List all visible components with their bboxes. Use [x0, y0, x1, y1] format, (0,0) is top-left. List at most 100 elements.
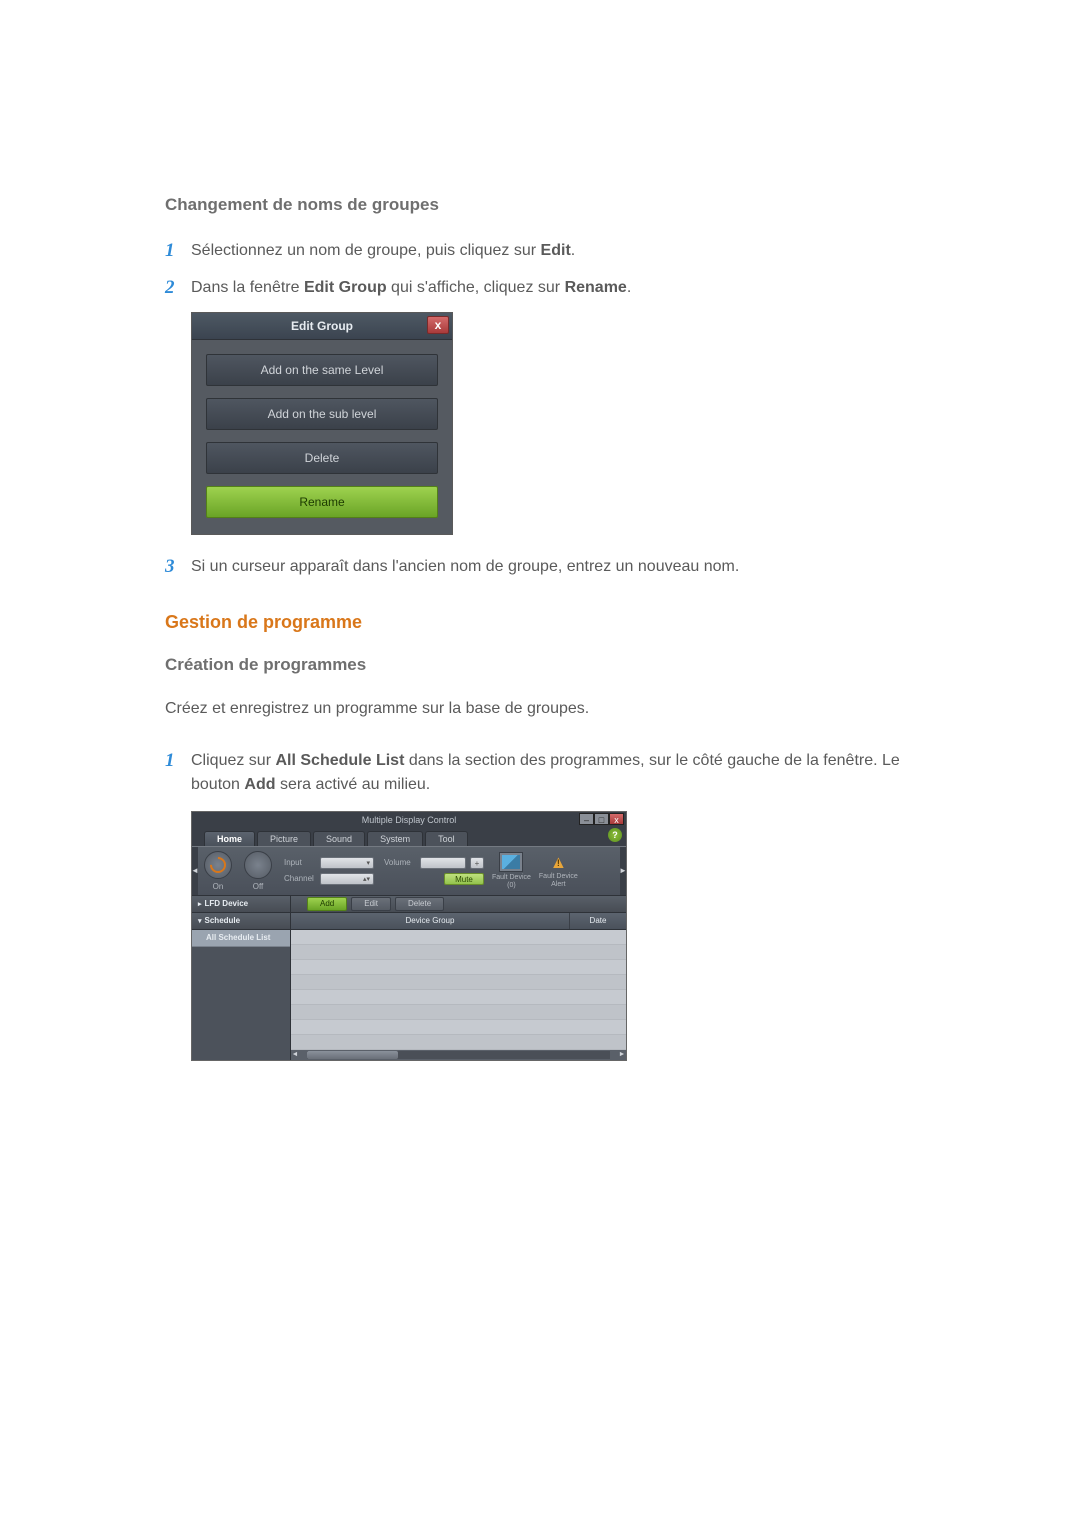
text: qui s'affiche, cliquez sur [387, 279, 565, 296]
mdc-toolbar: ◄ On Off Input ▾ Channel ▴▾ [192, 846, 626, 896]
fault-device-count[interactable]: Fault Device (0) [492, 852, 531, 889]
dialog-body: Add on the same Level Add on the sub lev… [192, 340, 452, 534]
mdc-window: Multiple Display Control – □ x Home Pict… [191, 811, 627, 1061]
power-on-label: On [213, 882, 224, 891]
power-on-icon[interactable] [204, 851, 232, 879]
text: . [627, 279, 631, 296]
tab-picture[interactable]: Picture [257, 831, 311, 846]
add-sub-level-button[interactable]: Add on the sub level [206, 398, 438, 430]
mdc-titlebar: Multiple Display Control – □ x [192, 812, 626, 828]
toolbar-scroll-right-icon[interactable]: ► [620, 847, 626, 895]
text: . [571, 242, 575, 259]
step-text: Si un curseur apparaît dans l'ancien nom… [191, 553, 920, 579]
close-icon[interactable]: x [609, 813, 624, 825]
chevron-down-icon: ▾ [198, 918, 202, 925]
power-on-group: On [204, 851, 232, 891]
volume-label: Volume [384, 858, 416, 867]
edit-button[interactable]: Edit [351, 897, 391, 911]
subheading-create-programs: Création de programmes [165, 655, 920, 675]
scroll-left-icon[interactable]: ◄ [291, 1051, 299, 1058]
fault-label-a: Fault Device [492, 874, 531, 882]
sidebar-item-label: LFD Device [205, 899, 249, 908]
step-text: Sélectionnez un nom de groupe, puis cliq… [191, 237, 920, 263]
power-off-icon[interactable] [244, 851, 272, 879]
add-same-level-button[interactable]: Add on the same Level [206, 354, 438, 386]
bold: All Schedule List [275, 752, 404, 769]
scrollbar-thumb[interactable] [307, 1051, 398, 1059]
scroll-right-icon[interactable]: ► [618, 1051, 626, 1058]
step-number: 1 [165, 747, 191, 776]
edit-group-dialog: Edit Group x Add on the same Level Add o… [191, 312, 453, 535]
input-label: Input [284, 858, 316, 867]
step-2: 2 Dans la fenêtre Edit Group qui s'affic… [165, 274, 920, 303]
subheading-rename-groups: Changement de noms de groupes [165, 195, 920, 215]
window-title: Multiple Display Control [362, 815, 457, 825]
text: Cliquez sur [191, 752, 275, 769]
mdc-sidebar: ▸LFD Device ▾Schedule All Schedule List [192, 896, 291, 1060]
fault-device-alert[interactable]: Fault Device Alert [539, 853, 578, 888]
step-1: 1 Sélectionnez un nom de groupe, puis cl… [165, 237, 920, 266]
table-row [291, 990, 626, 1005]
sidebar-item-lfd-device[interactable]: ▸LFD Device [192, 896, 290, 913]
table-row [291, 945, 626, 960]
channel-label: Channel [284, 874, 316, 883]
delete-button[interactable]: Delete [206, 442, 438, 474]
dialog-titlebar: Edit Group x [192, 313, 452, 340]
mute-button[interactable]: Mute [444, 873, 484, 885]
horizontal-scrollbar[interactable]: ◄ ► [291, 1050, 626, 1060]
table-row [291, 930, 626, 945]
volume-field[interactable] [420, 857, 466, 869]
table-row [291, 1005, 626, 1020]
add-button[interactable]: Add [307, 897, 347, 911]
fault-alert-label-a: Fault Device [539, 873, 578, 881]
table-row [291, 1020, 626, 1035]
tab-home[interactable]: Home [204, 831, 255, 846]
table-row [291, 975, 626, 990]
column-header-device-group: Device Group [291, 913, 570, 929]
minimize-icon[interactable]: – [579, 813, 594, 825]
step-number: 1 [165, 237, 191, 266]
input-select[interactable]: ▾ [320, 857, 374, 869]
program-step-1: 1 Cliquez sur All Schedule List dans la … [165, 747, 920, 797]
sidebar-item-schedule[interactable]: ▾Schedule [192, 913, 290, 930]
mdc-tabs: Home Picture Sound System Tool ? [192, 828, 626, 846]
table-row [291, 1035, 626, 1050]
dialog-title-text: Edit Group [291, 319, 353, 333]
step-text: Dans la fenêtre Edit Group qui s'affiche… [191, 274, 920, 300]
fault-alert-label-b: Alert [551, 881, 565, 889]
action-row: Add Edit Delete [291, 896, 626, 913]
sidebar-item-all-schedule-list[interactable]: All Schedule List [192, 930, 290, 947]
table-row [291, 960, 626, 975]
tab-system[interactable]: System [367, 831, 423, 846]
volume-plus-button[interactable]: + [470, 857, 484, 869]
scrollbar-track[interactable] [307, 1051, 610, 1059]
text: Sélectionnez un nom de groupe, puis cliq… [191, 242, 541, 259]
maximize-icon[interactable]: □ [594, 813, 609, 825]
paragraph-intro: Créez et enregistrez un programme sur la… [165, 697, 920, 721]
monitor-icon [499, 852, 523, 872]
section-heading-program-management: Gestion de programme [165, 612, 920, 633]
step-number: 2 [165, 274, 191, 303]
channel-stepper[interactable]: ▴▾ [320, 873, 374, 885]
mdc-content: Add Edit Delete Device Group Date [291, 896, 626, 1060]
step-text: Cliquez sur All Schedule List dans la se… [191, 747, 920, 797]
sidebar-item-label: Schedule [205, 916, 241, 925]
rename-button[interactable]: Rename [206, 486, 438, 518]
bold: Add [244, 776, 275, 793]
tab-sound[interactable]: Sound [313, 831, 365, 846]
warning-icon [547, 853, 569, 871]
bold: Edit [541, 242, 571, 259]
delete-button[interactable]: Delete [395, 897, 444, 911]
step-number: 3 [165, 553, 191, 582]
schedule-grid: ◄ ► [291, 930, 626, 1060]
column-header-date: Date [570, 913, 626, 929]
step-3: 3 Si un curseur apparaît dans l'ancien n… [165, 553, 920, 582]
text: sera activé au milieu. [276, 776, 431, 793]
toolbar-scroll-left-icon[interactable]: ◄ [192, 847, 198, 895]
bold: Rename [565, 279, 627, 296]
help-icon[interactable]: ? [608, 828, 622, 842]
column-header-row: Device Group Date [291, 913, 626, 930]
fault-label-b: (0) [507, 882, 516, 890]
close-icon[interactable]: x [427, 316, 449, 334]
tab-tool[interactable]: Tool [425, 831, 468, 846]
